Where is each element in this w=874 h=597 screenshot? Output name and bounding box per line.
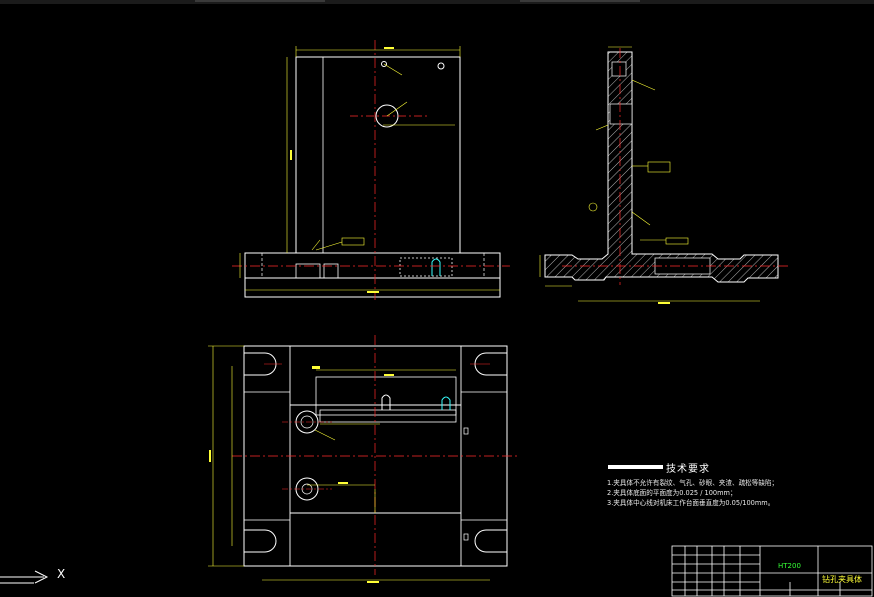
material-label: HT200 [778,562,801,570]
front-upright-plate [295,56,461,254]
tech-requirement-item: 2.夹具体底面的平面度为0.025 / 100mm； [607,489,737,497]
tech-requirement-item: 1.夹具体不允许有裂纹、气孔、砂眼、夹渣、疏松等缺陷； [607,479,779,487]
tech-requirement-item: 3.夹具体中心线对机床工作台面垂直度为0.05/100mm。 [607,499,775,507]
tech-title-bar [608,465,663,469]
ucs-axis-icon [0,570,49,584]
top-view [208,335,520,583]
front-base-outline [244,252,501,298]
side-view-section [539,46,790,304]
side-section-hatched [544,51,779,283]
drawing-name: 钻孔夹具体 [822,575,862,584]
tech-requirements-list: 1.夹具体不允许有裂纹、气孔、砂眼、夹渣、疏松等缺陷； 2.夹具体底面的平面度为… [607,478,778,508]
ucs-x-label: X [57,567,66,581]
title-block [671,545,873,597]
tech-requirements-title: 技术要求 [666,464,710,475]
front-view [232,40,510,300]
